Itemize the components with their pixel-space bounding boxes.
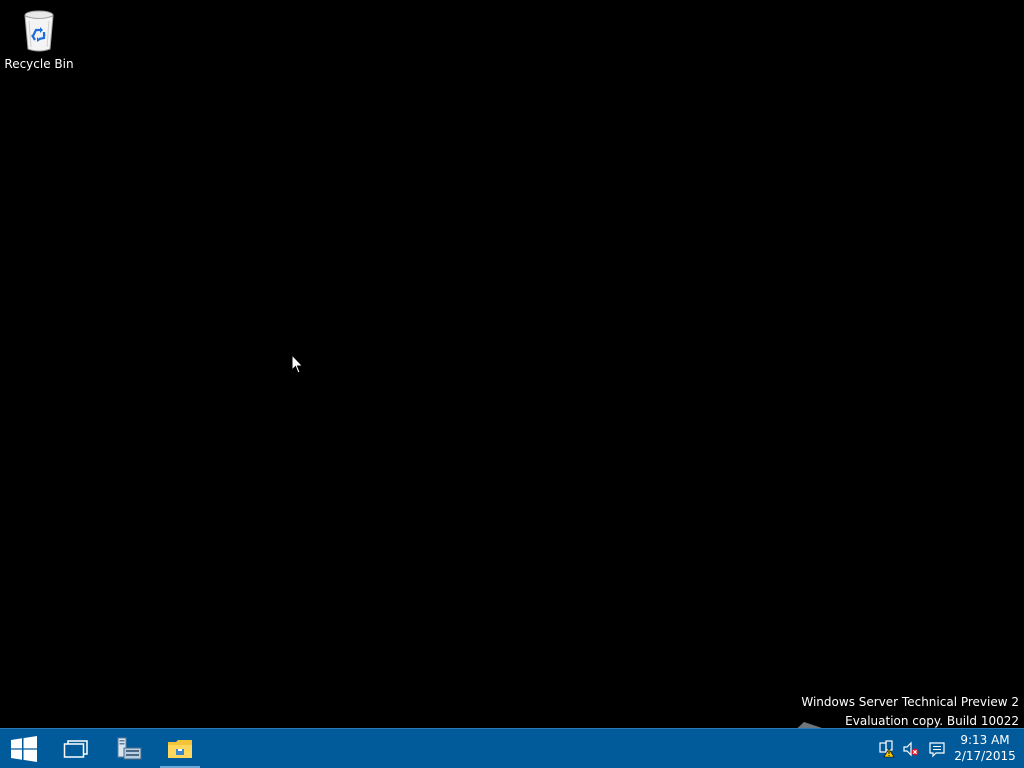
action-center-icon[interactable] xyxy=(928,740,946,758)
mouse-cursor-icon xyxy=(291,354,304,374)
windows-watermark: Windows Server Technical Preview 2 Evalu… xyxy=(801,693,1019,731)
volume-muted-icon[interactable] xyxy=(902,740,920,758)
clock-date: 2/17/2015 xyxy=(954,749,1016,763)
server-manager-button[interactable] xyxy=(105,729,153,768)
taskbar: 9:13 AM 2/17/2015 xyxy=(0,728,1024,768)
desktop-icon-label: Recycle Bin xyxy=(4,57,74,71)
server-manager-icon xyxy=(117,737,142,759)
recycle-bin-icon xyxy=(24,10,54,52)
clock-time: 9:13 AM xyxy=(960,733,1010,747)
taskbar-clock[interactable]: 9:13 AM 2/17/2015 xyxy=(950,732,1020,764)
watermark-edition: Windows Server Technical Preview 2 xyxy=(801,695,1019,709)
desktop-icon-recycle-bin[interactable]: Recycle Bin xyxy=(4,6,74,76)
network-warning-icon[interactable] xyxy=(878,740,896,758)
system-tray: 9:13 AM 2/17/2015 xyxy=(864,729,1024,768)
task-view-button[interactable] xyxy=(52,729,100,768)
start-button[interactable] xyxy=(0,729,48,768)
task-view-icon xyxy=(63,739,88,758)
file-explorer-button[interactable] xyxy=(156,729,204,768)
desktop[interactable]: Recycle Bin Windows Server Technical Pre… xyxy=(0,0,1024,728)
folder-icon xyxy=(168,739,192,758)
windows-logo-icon xyxy=(11,735,37,762)
